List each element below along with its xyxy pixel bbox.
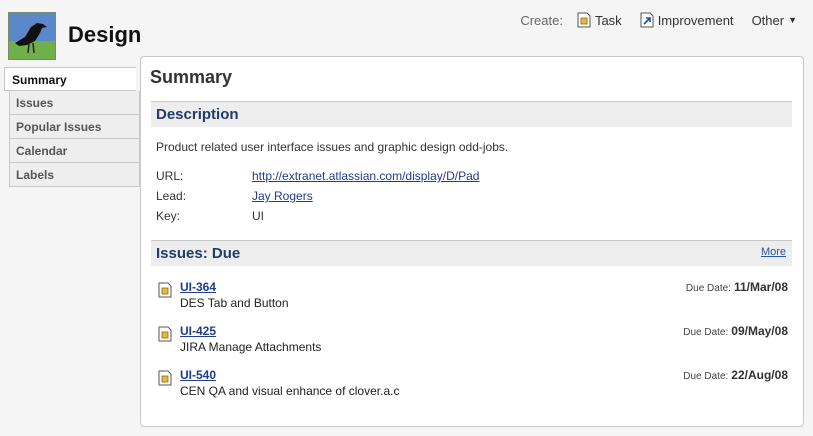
description-section-header: Description [151,101,792,127]
url-link[interactable]: http://extranet.atlassian.com/display/D/… [252,169,479,183]
sidebar-tabs: Summary Issues Popular Issues Calendar L… [4,67,140,187]
issue-summary: DES Tab and Button [180,296,289,310]
crow-logo-icon [9,13,55,59]
create-improvement-label: Improvement [657,12,734,28]
chevron-down-icon: ▼ [788,15,797,25]
due-date-value: 09/May/08 [731,324,788,338]
page-title: Summary [150,67,233,87]
project-title: Design [68,22,142,47]
due-date-label: Due Date: [683,371,729,382]
more-link[interactable]: More [761,246,786,258]
issue-row: UI-540 CEN QA and visual enhance of clov… [158,368,788,402]
tab-calendar[interactable]: Calendar [9,139,140,163]
task-icon [577,12,591,28]
create-label: Create: [520,12,563,28]
description-heading: Description [156,106,239,123]
issue-row: UI-364 DES Tab and Button Due Date: 11/Ma… [158,280,788,314]
description-text: Product related user interface issues an… [156,140,509,154]
issue-key-link[interactable]: UI-425 [180,324,216,338]
issues-due-heading: Issues: Due [156,245,241,262]
issue-due-date: Due Date: 09/May/08 [683,324,788,338]
issue-key-link[interactable]: UI-364 [180,280,216,294]
improvement-icon [640,12,654,28]
issue-row: UI-425 JIRA Manage Attachments Due Date:… [158,324,788,358]
key-value: UI [252,209,264,223]
issue-due-date: Due Date: 11/Mar/08 [686,280,788,294]
issue-summary: JIRA Manage Attachments [180,340,322,354]
due-date-value: 11/Mar/08 [733,280,788,294]
create-other-label: Other [751,12,785,28]
due-date-label: Due Date: [683,327,729,338]
task-icon [158,282,172,298]
due-date-label: Due Date: [685,283,731,294]
summary-panel: Summary Description Product related user… [140,56,804,427]
create-bar: Create: Task Improvement Other ▼ [520,12,797,28]
tab-popular-issues[interactable]: Popular Issues [9,115,140,139]
tab-summary[interactable]: Summary [4,67,136,91]
task-icon [158,370,172,386]
tab-labels[interactable]: Labels [9,163,140,187]
lead-link[interactable]: Jay Rogers [252,189,313,203]
issue-summary: CEN QA and visual enhance of clover.a.c [180,384,400,398]
tab-issues[interactable]: Issues [9,91,140,115]
project-avatar [8,12,56,60]
create-improvement-button[interactable]: Improvement [640,12,734,28]
issue-key-link[interactable]: UI-540 [180,368,216,382]
due-date-value: 22/Aug/08 [731,368,788,382]
create-other-dropdown[interactable]: Other ▼ [752,13,797,28]
key-label: Key: [156,209,181,223]
issues-due-section-header: Issues: Due More [151,240,792,266]
create-task-button[interactable]: Task [577,12,622,28]
create-task-label: Task [594,12,622,28]
issue-due-date: Due Date: 22/Aug/08 [683,368,788,382]
lead-label: Lead: [156,189,187,203]
task-icon [158,326,172,342]
url-label: URL: [156,169,184,183]
